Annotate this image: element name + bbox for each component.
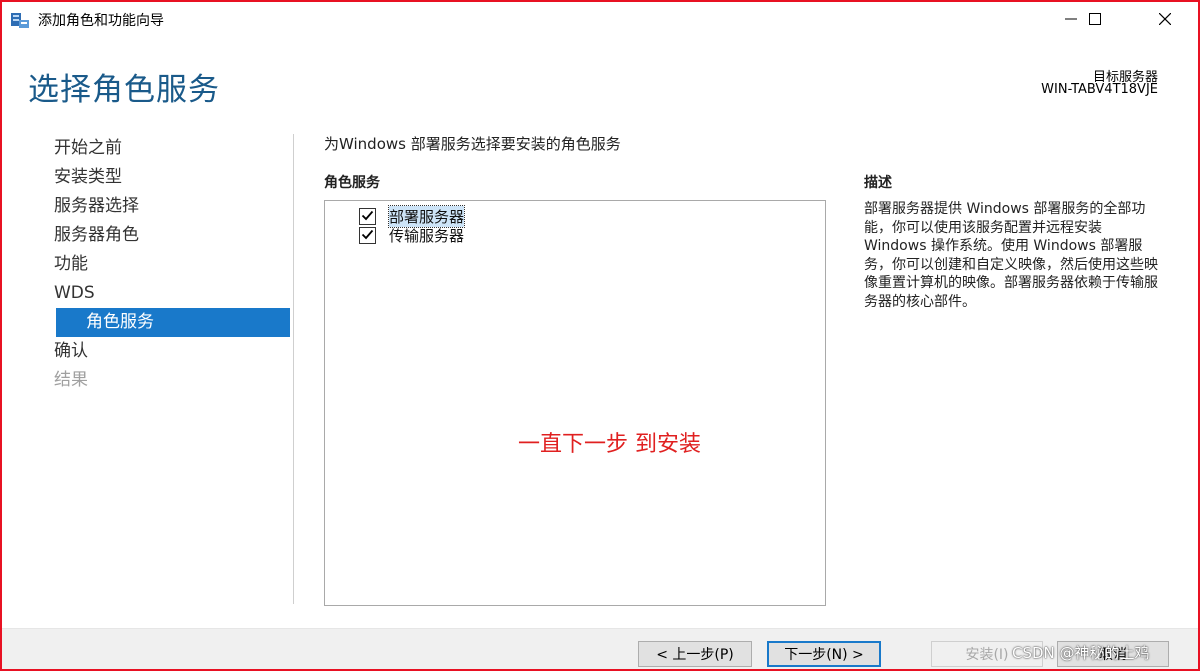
nav-item-before-you-begin[interactable]: 开始之前 [54,134,292,163]
nav-item-server-roles[interactable]: 服务器角色 [54,221,292,250]
watermark: CSDN @神秘的土鸡 [1012,644,1150,662]
maximize-icon [1089,13,1101,25]
nav-item-role-services[interactable]: 角色服务 [56,308,290,337]
deployment-server-label[interactable]: 部署服务器 [387,204,466,228]
description-text: 部署服务器提供 Windows 部署服务的全部功能，你可以使用该服务配置并远程安… [864,201,1158,310]
nav-divider [293,134,294,604]
target-server-name: WIN-TABV4T18VJE [1041,82,1158,97]
nav-item-features[interactable]: 功能 [54,250,292,279]
check-icon [361,210,374,220]
window-title: 添加角色和功能向导 [38,13,164,29]
transport-server-label[interactable]: 传输服务器 [389,225,464,246]
transport-server-checkbox[interactable] [359,226,376,244]
nav-item-confirmation[interactable]: 确认 [54,337,292,366]
wizard-nav: 开始之前 安装类型 服务器选择 服务器角色 功能 WDS 角色服务 确认 结果 [54,134,292,395]
page-title: 选择角色服务 [28,72,220,108]
nav-item-results: 结果 [54,370,88,390]
server-manager-icon [10,11,30,29]
description-heading: 描述 [864,175,892,191]
close-icon [1159,13,1171,25]
deployment-server-checkbox[interactable] [359,207,376,225]
title-bar: 添加角色和功能向导 [2,2,1198,36]
maximize-button[interactable] [1072,2,1118,36]
check-icon [361,229,374,239]
wizard-window: 添加角色和功能向导 选择角色服务 目标服务器 WIN-TABV4T18VJE 开… [0,0,1200,671]
role-services-list[interactable]: 部署服务器 传输服务器 [324,200,826,606]
role-services-heading: 角色服务 [324,175,380,191]
close-button[interactable] [1142,2,1188,36]
list-item[interactable]: 传输服务器 [359,225,464,245]
annotation-text: 一直下一步 到安装 [518,432,701,457]
intro-text: 为Windows 部署服务选择要安装的角色服务 [324,135,621,153]
nav-item-wds[interactable]: WDS [54,279,292,308]
next-button[interactable]: 下一步(N) > [767,641,881,667]
nav-item-server-selection[interactable]: 服务器选择 [54,192,292,221]
nav-item-installation-type[interactable]: 安装类型 [54,163,292,192]
list-item[interactable]: 部署服务器 [359,204,466,228]
previous-button[interactable]: < 上一步(P) [638,641,752,667]
